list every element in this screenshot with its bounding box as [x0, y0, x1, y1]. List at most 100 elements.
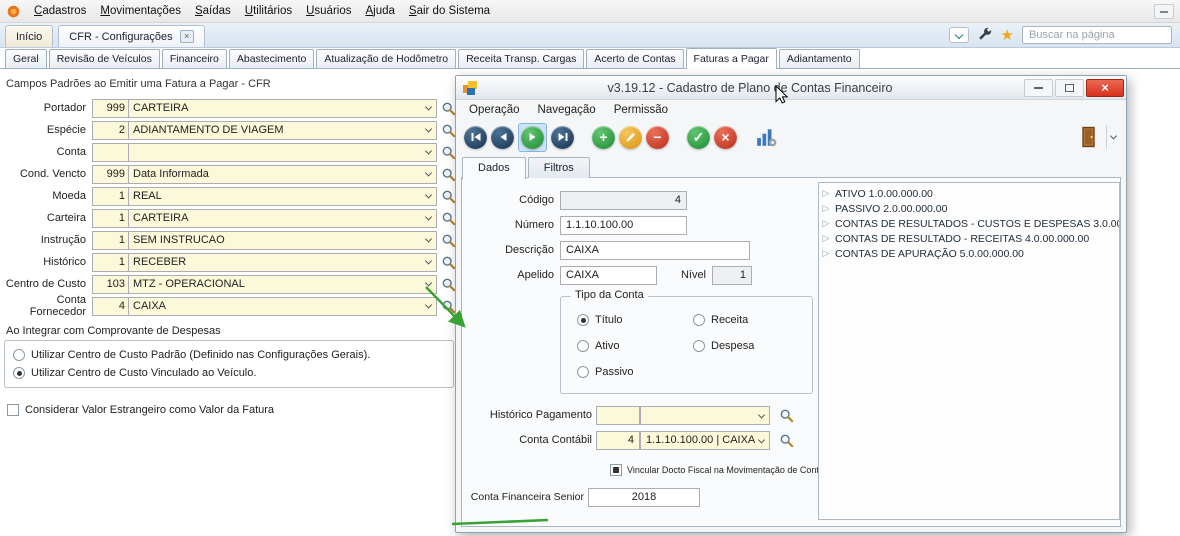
radio-passivo[interactable]: Passivo [577, 365, 634, 379]
menu-cadastros[interactable]: Cadastros [27, 2, 93, 20]
conta-fornecedor-code-input[interactable]: 4 [92, 297, 129, 316]
tree-item-passivo[interactable]: ▷ PASSIVO 2.0.00.000.00 [821, 201, 1117, 216]
add-button[interactable]: + [592, 126, 615, 149]
menu-movimentacoes[interactable]: Movimentações [93, 2, 188, 20]
search-icon[interactable] [441, 211, 456, 226]
exit-button[interactable] [1076, 124, 1102, 150]
carteira-combo[interactable]: CARTEIRA [129, 209, 437, 228]
tree-expand-icon[interactable]: ▷ [821, 233, 831, 244]
portador-code-input[interactable]: 999 [92, 99, 129, 118]
search-icon[interactable] [441, 145, 456, 160]
search-icon[interactable] [779, 408, 794, 423]
search-icon[interactable] [441, 255, 456, 270]
nav-last-button[interactable] [551, 126, 574, 149]
tree-expand-icon[interactable]: ▷ [821, 218, 831, 229]
subtab-revisao-de-veiculos[interactable]: Revisão de Veículos [49, 49, 160, 68]
menu-sair-do-sistema[interactable]: Sair do Sistema [402, 2, 497, 20]
dialog-titlebar[interactable]: v3.19.12 - Cadastro de Plano de Contas F… [456, 76, 1126, 100]
conta-contabil-combo[interactable]: 1.1.10.100.00 | CAIXA [640, 431, 770, 450]
tree-item-receitas[interactable]: ▷ CONTAS DE RESULTADO - RECEITAS 4.0.00.… [821, 231, 1117, 246]
conta-contabil-code-input[interactable]: 4 [596, 431, 640, 450]
conta-combo[interactable] [129, 143, 437, 162]
centro-de-custo-code-input[interactable]: 103 [92, 275, 129, 294]
search-icon[interactable] [441, 299, 456, 314]
tab-filtros[interactable]: Filtros [528, 157, 590, 178]
tree-expand-icon[interactable]: ▷ [821, 248, 831, 259]
instrucao-code-input[interactable]: 1 [92, 231, 129, 250]
search-icon[interactable] [441, 123, 456, 138]
wrench-icon[interactable] [977, 27, 993, 43]
radio-ativo[interactable]: Ativo [577, 339, 619, 353]
conta-code-input[interactable] [92, 143, 129, 162]
subtab-geral[interactable]: Geral [5, 49, 47, 68]
apelido-input[interactable]: CAIXA [560, 266, 657, 285]
confirm-button[interactable]: ✓ [687, 126, 710, 149]
tree-item-custos-despesas[interactable]: ▷ CONTAS DE RESULTADOS - CUSTOS E DESPES… [821, 216, 1117, 231]
nav-next-button[interactable] [521, 126, 544, 149]
dialog-close-button[interactable]: × [1086, 79, 1124, 97]
especie-code-input[interactable]: 2 [92, 121, 129, 140]
menu-usuarios[interactable]: Usuários [299, 2, 358, 20]
search-icon[interactable] [441, 277, 456, 292]
dialog-menu-operacao[interactable]: Operação [460, 101, 529, 119]
dialog-minimize-button[interactable] [1024, 79, 1053, 97]
search-icon[interactable] [441, 101, 456, 116]
menu-ajuda[interactable]: Ajuda [358, 2, 401, 20]
search-icon[interactable] [441, 233, 456, 248]
subtab-atualizacao-de-hodometro[interactable]: Atualização de Hodômetro [316, 49, 456, 68]
search-icon[interactable] [441, 189, 456, 204]
dialog-maximize-button[interactable] [1055, 79, 1084, 97]
radio-centro-custo-vinculado[interactable]: Utilizar Centro de Custo Vinculado ao Ve… [13, 364, 445, 382]
tab-dados[interactable]: Dados [462, 157, 526, 179]
radio-receita[interactable]: Receita [693, 313, 748, 327]
quick-access-button[interactable] [949, 27, 969, 43]
tree-expand-icon[interactable]: ▷ [821, 188, 831, 199]
centro-de-custo-combo[interactable]: MTZ - OPERACIONAL [129, 275, 437, 294]
historico-combo[interactable]: RECEBER [129, 253, 437, 272]
subtab-abastecimento[interactable]: Abastecimento [229, 49, 314, 68]
conta-financeira-senior-input[interactable]: 2018 [588, 488, 700, 507]
subtab-receita-transp-cargas[interactable]: Receita Transp. Cargas [458, 49, 584, 68]
historico-code-input[interactable]: 1 [92, 253, 129, 272]
tree-item-ativo[interactable]: ▷ ATIVO 1.0.00.000.00 [821, 186, 1117, 201]
favorites-star-icon[interactable]: ★ [1001, 28, 1014, 43]
numero-input[interactable]: 1.1.10.100.00 [560, 216, 687, 235]
subtab-financeiro[interactable]: Financeiro [162, 49, 227, 68]
dialog-menu-permissao[interactable]: Permissão [605, 101, 677, 119]
conta-fornecedor-combo[interactable]: CAIXA [129, 297, 437, 316]
page-search-input[interactable] [1022, 26, 1172, 44]
moeda-combo[interactable]: REAL [129, 187, 437, 206]
window-minimize-button[interactable] [1154, 4, 1174, 19]
cancel-button[interactable]: × [714, 126, 737, 149]
historico-pagamento-combo[interactable] [640, 406, 770, 425]
historico-pagamento-code-input[interactable] [596, 406, 640, 425]
tab-inicio[interactable]: Início [5, 25, 53, 47]
subtab-adiantamento[interactable]: Adiantamento [779, 49, 860, 68]
search-icon[interactable] [779, 433, 794, 448]
toolbar-overflow-button[interactable] [1106, 125, 1120, 149]
menu-saidas[interactable]: Saídas [188, 2, 238, 20]
instrucao-combo[interactable]: SEM INSTRUCAO [129, 231, 437, 250]
tab-close-icon[interactable]: × [180, 30, 194, 43]
tree-expand-icon[interactable]: ▷ [821, 203, 831, 214]
radio-despesa[interactable]: Despesa [693, 339, 754, 353]
grid-config-button[interactable] [755, 126, 777, 148]
cond-vencto-combo[interactable]: Data Informada [129, 165, 437, 184]
descricao-input[interactable]: CAIXA [560, 241, 750, 260]
delete-button[interactable]: − [646, 126, 669, 149]
nav-previous-button[interactable] [491, 126, 514, 149]
dialog-menu-navegacao[interactable]: Navegação [529, 101, 605, 119]
subtab-faturas-a-pagar[interactable]: Faturas a Pagar [686, 48, 777, 68]
moeda-code-input[interactable]: 1 [92, 187, 129, 206]
edit-button[interactable] [619, 126, 642, 149]
tree-item-apuracao[interactable]: ▷ CONTAS DE APURAÇÃO 5.0.00.000.00 [821, 246, 1117, 261]
checkbox-valor-estrangeiro[interactable]: Considerar Valor Estrangeiro como Valor … [4, 401, 456, 419]
radio-titulo[interactable]: Título [577, 313, 623, 327]
portador-combo[interactable]: CARTEIRA [129, 99, 437, 118]
menu-utilitarios[interactable]: Utilitários [238, 2, 299, 20]
search-icon[interactable] [441, 167, 456, 182]
subtab-acerto-de-contas[interactable]: Acerto de Contas [586, 49, 683, 68]
radio-centro-custo-padrao[interactable]: Utilizar Centro de Custo Padrão (Definid… [13, 346, 445, 364]
cond-vencto-code-input[interactable]: 999 [92, 165, 129, 184]
nav-first-button[interactable] [464, 126, 487, 149]
